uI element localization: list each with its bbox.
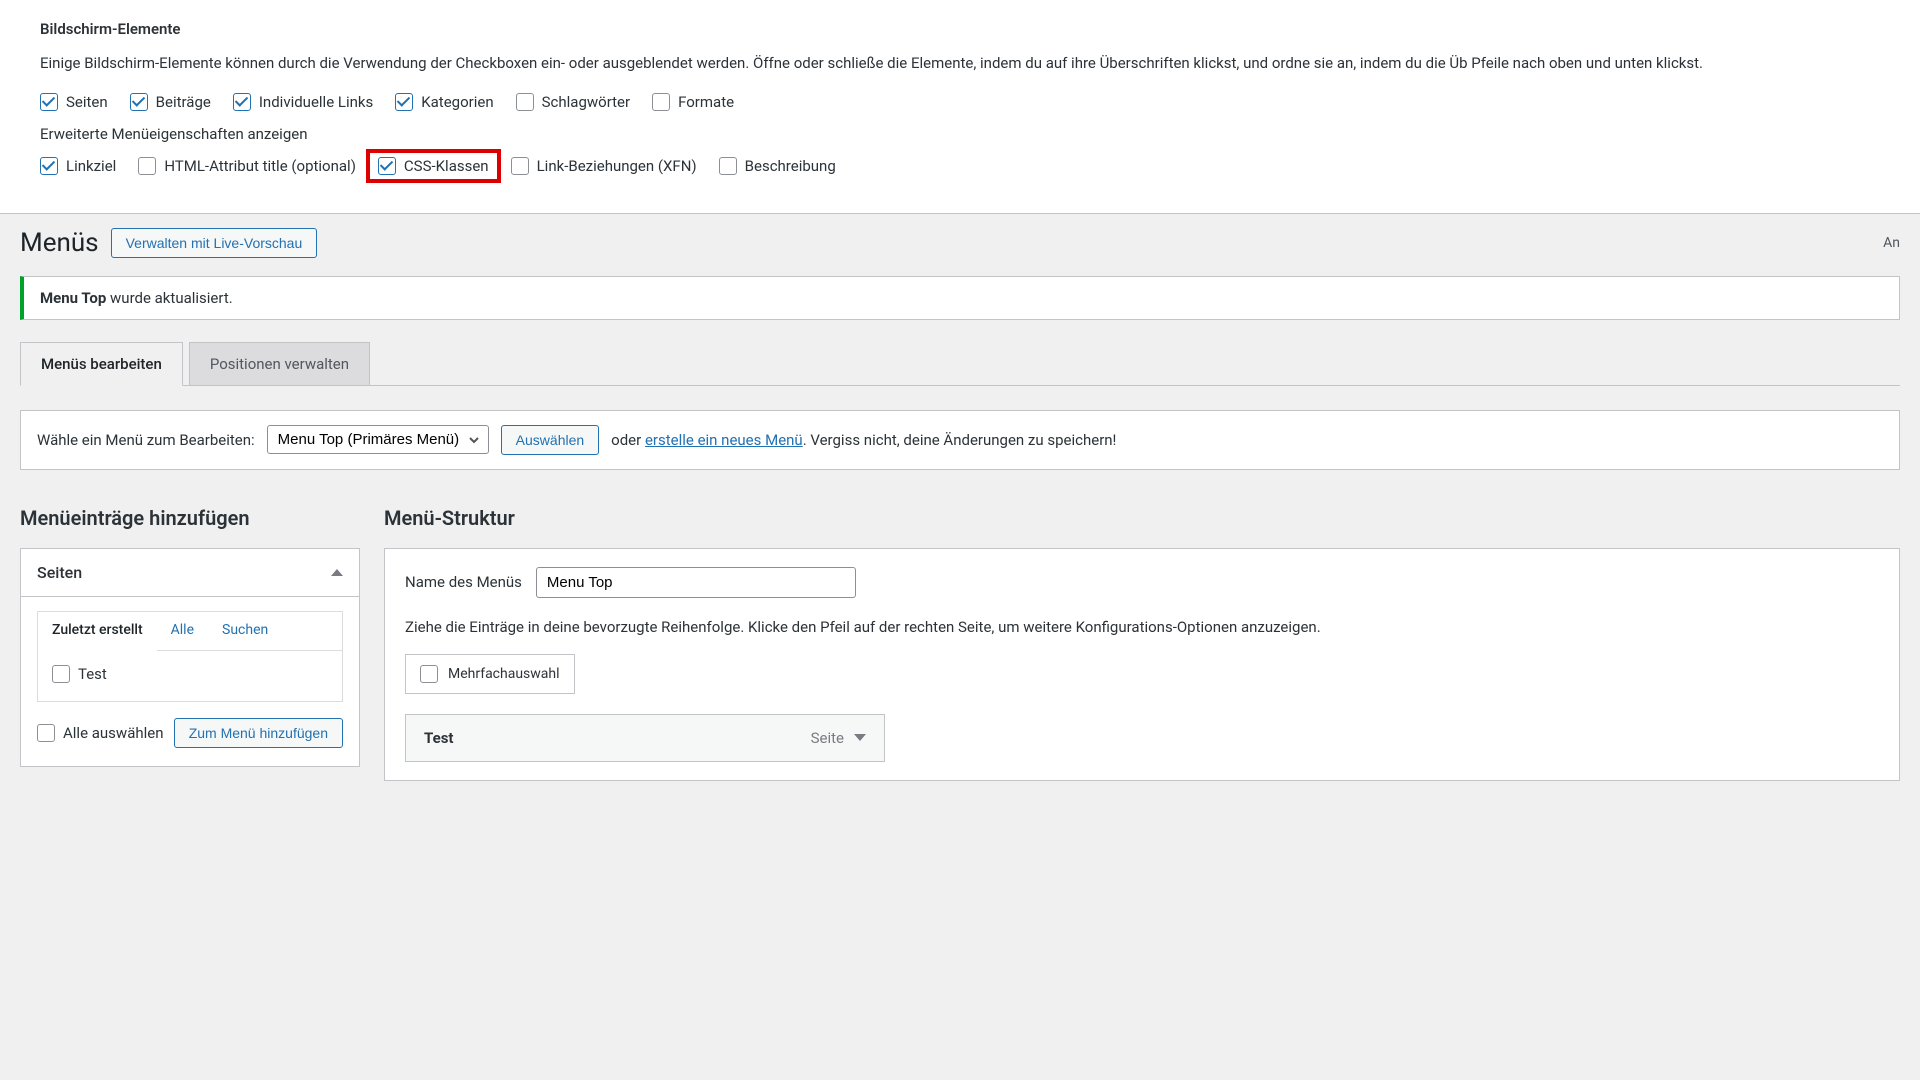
checkbox[interactable] — [130, 93, 148, 111]
checkbox-label: CSS-Klassen — [404, 157, 489, 175]
checkbox-item[interactable]: Link-Beziehungen (XFN) — [511, 157, 697, 175]
add-items-title: Menüeinträge hinzufügen — [20, 506, 360, 530]
screen-options-panel: Bildschirm-Elemente Einige Bildschirm-El… — [0, 0, 1920, 214]
select-menu-button[interactable]: Auswählen — [501, 425, 600, 455]
caret-up-icon — [331, 569, 343, 576]
checkbox-label: Schlagwörter — [542, 93, 630, 111]
checkbox-label: Linkziel — [66, 157, 116, 175]
pages-accordion-body: Zuletzt erstellt Alle Suchen Test Alle a… — [21, 597, 359, 766]
menu-select-bar: Wähle ein Menü zum Bearbeiten: Menu Top … — [20, 410, 1900, 470]
menu-name-label: Name des Menüs — [405, 573, 522, 591]
checkbox[interactable] — [233, 93, 251, 111]
checkbox-label: Formate — [678, 93, 734, 111]
checkbox[interactable] — [138, 157, 156, 175]
menu-item-label: Test — [424, 729, 454, 747]
main-tabs: Menüs bearbeiten Positionen verwalten — [20, 342, 1900, 386]
checkbox[interactable] — [516, 93, 534, 111]
select-all-row: Alle auswählen Zum Menü hinzufügen — [37, 718, 343, 748]
pages-accordion: Seiten Zuletzt erstellt Alle Suchen Test — [20, 548, 360, 767]
page-title: Menüs — [20, 228, 99, 258]
pages-items-list: Test — [38, 651, 342, 701]
columns: Menüeinträge hinzufügen Seiten Zuletzt e… — [20, 506, 1900, 781]
notice-bold: Menu Top — [40, 289, 106, 307]
tab-edit-menus[interactable]: Menüs bearbeiten — [20, 342, 183, 386]
add-to-menu-button[interactable]: Zum Menü hinzufügen — [174, 718, 343, 748]
checkbox-label: Kategorien — [421, 93, 493, 111]
checkbox[interactable] — [719, 157, 737, 175]
notice-rest: wurde aktualisiert. — [106, 289, 232, 307]
screen-options-description: Einige Bildschirm-Elemente können durch … — [40, 52, 1880, 75]
screen-options-heading: Bildschirm-Elemente — [40, 20, 1880, 38]
checkbox[interactable] — [652, 93, 670, 111]
checkbox[interactable] — [40, 93, 58, 111]
checkbox-item[interactable]: Linkziel — [40, 157, 116, 175]
select-all-checkbox[interactable] — [37, 724, 55, 742]
caret-down-icon[interactable] — [854, 734, 866, 741]
checkbox-label: Beiträge — [156, 93, 211, 111]
checkbox-item[interactable]: Test — [52, 665, 107, 683]
content-wrap: Menüs Verwalten mit Live-Vorschau An Men… — [0, 214, 1920, 781]
menu-name-input[interactable] — [536, 567, 856, 598]
menu-item-meta: Seite — [811, 729, 866, 747]
menu-name-row: Name des Menüs — [405, 567, 1879, 598]
checkbox-item[interactable]: Seiten — [40, 93, 108, 111]
select-bar-or: oder — [611, 431, 645, 449]
menu-item-type: Seite — [811, 729, 844, 747]
checkbox-item[interactable]: Kategorien — [395, 93, 493, 111]
checkbox[interactable] — [378, 157, 396, 175]
inner-tab-row: Zuletzt erstellt Alle Suchen — [38, 612, 342, 651]
checkbox-item[interactable]: Schlagwörter — [516, 93, 630, 111]
structure-panel: Name des Menüs Ziehe die Einträge in dei… — [384, 548, 1900, 781]
select-bar-trailer: oder erstelle ein neues Menü. Vergiss ni… — [611, 431, 1116, 449]
checkbox-label: Test — [78, 665, 107, 683]
checkbox-label: Beschreibung — [745, 157, 836, 175]
checkbox[interactable] — [52, 665, 70, 683]
checkbox-label: HTML-Attribut title (optional) — [164, 157, 356, 175]
tab-manage-positions[interactable]: Positionen verwalten — [189, 342, 370, 385]
pages-inner-tabs: Zuletzt erstellt Alle Suchen Test — [37, 611, 343, 702]
bulk-select-checkbox[interactable] — [420, 665, 438, 683]
structure-description: Ziehe die Einträge in deine bevorzugte R… — [405, 618, 1879, 636]
screen-options-toggle[interactable]: An — [1883, 235, 1900, 251]
menu-items-list: Test Seite — [405, 714, 1879, 762]
inner-tab-recent[interactable]: Zuletzt erstellt — [38, 612, 157, 651]
menu-select-dropdown[interactable]: Menu Top (Primäres Menü) — [267, 425, 489, 454]
live-preview-button[interactable]: Verwalten mit Live-Vorschau — [111, 228, 318, 258]
bulk-select-label: Mehrfachauswahl — [448, 666, 560, 682]
select-bar-label: Wähle ein Menü zum Bearbeiten: — [37, 431, 255, 449]
advanced-boxes-row: Linkziel HTML-Attribut title (optional) CS… — [40, 157, 1880, 175]
update-notice: Menu Top wurde aktualisiert. — [20, 276, 1900, 320]
checkbox-label: Link-Beziehungen (XFN) — [537, 157, 697, 175]
inner-tab-search[interactable]: Suchen — [208, 612, 282, 650]
checkbox-item[interactable]: Individuelle Links — [233, 93, 373, 111]
checkbox-label: Individuelle Links — [259, 93, 373, 111]
advanced-heading: Erweiterte Menüeigenschaften anzeigen — [40, 125, 1880, 143]
inner-tab-all[interactable]: Alle — [157, 612, 208, 650]
checkbox[interactable] — [395, 93, 413, 111]
select-all-item[interactable]: Alle auswählen — [37, 724, 164, 742]
screen-options-boxes-row: Seiten Beiträge Individuelle Links Kategori… — [40, 93, 1880, 111]
structure-column: Menü-Struktur Name des Menüs Ziehe die E… — [384, 506, 1900, 781]
checkbox[interactable] — [511, 157, 529, 175]
pages-accordion-header[interactable]: Seiten — [21, 549, 359, 597]
select-bar-reminder: . Vergiss nicht, deine Änderungen zu spe… — [803, 431, 1117, 449]
menu-item[interactable]: Test Seite — [405, 714, 885, 762]
checkbox[interactable] — [40, 157, 58, 175]
add-items-column: Menüeinträge hinzufügen Seiten Zuletzt e… — [20, 506, 360, 767]
pages-accordion-title: Seiten — [37, 563, 82, 582]
checkbox-item[interactable]: HTML-Attribut title (optional) — [138, 157, 356, 175]
checkbox-label: Seiten — [66, 93, 108, 111]
checkbox-item[interactable]: Beschreibung — [719, 157, 836, 175]
select-all-label: Alle auswählen — [63, 724, 164, 742]
create-new-menu-link[interactable]: erstelle ein neues Menü — [645, 431, 803, 449]
structure-title: Menü-Struktur — [384, 506, 1900, 530]
bulk-select-wrap: Mehrfachauswahl — [405, 654, 575, 694]
page-header: Menüs Verwalten mit Live-Vorschau An — [20, 214, 1900, 276]
checkbox-item[interactable]: Beiträge — [130, 93, 211, 111]
checkbox-item[interactable]: CSS-Klassen — [366, 149, 501, 183]
checkbox-item[interactable]: Formate — [652, 93, 734, 111]
